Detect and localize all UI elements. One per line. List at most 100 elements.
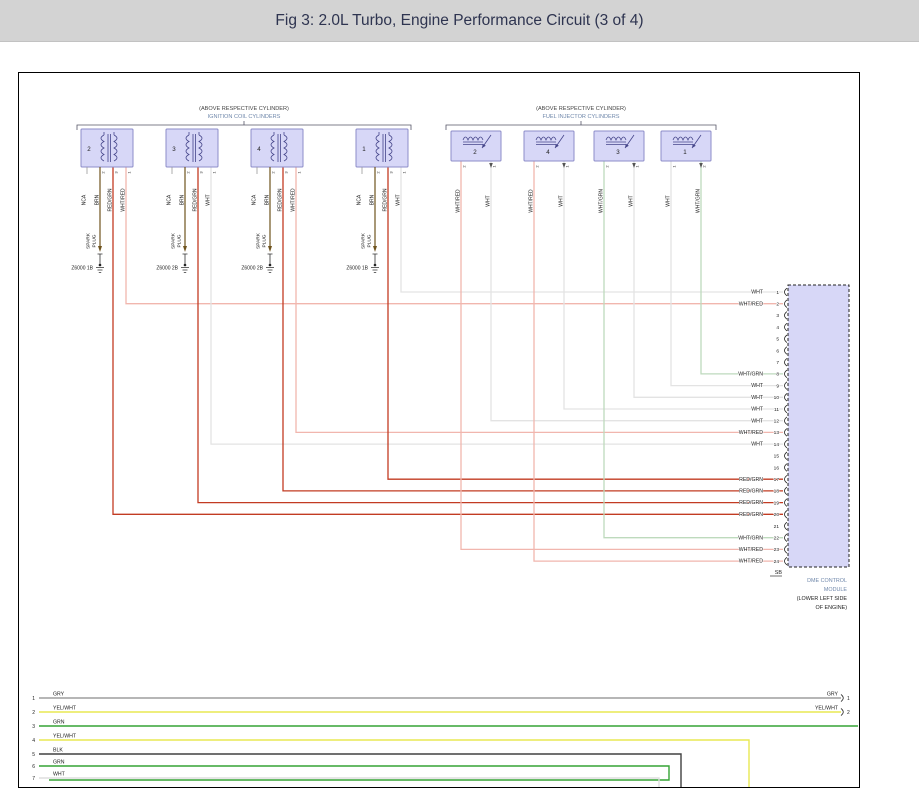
coil-pin-number: 3 bbox=[388, 171, 393, 174]
pin-socket-icon bbox=[785, 499, 788, 507]
coil-wire-label: RED/GRN bbox=[383, 188, 389, 211]
coil-wire-label: WHT/RED bbox=[291, 188, 297, 212]
ground-dot bbox=[184, 264, 187, 267]
spark-plug-label: SPARK bbox=[86, 232, 92, 249]
pin-socket-icon bbox=[785, 394, 788, 402]
module-pin-number: 1 bbox=[776, 290, 779, 296]
pin-socket-icon bbox=[785, 417, 788, 425]
pin-socket-icon bbox=[785, 557, 788, 565]
module-pin-wire-label: WHT/RED bbox=[739, 430, 763, 436]
pin-socket-icon bbox=[785, 440, 788, 448]
diagram-canvas: (ABOVE RESPECTIVE CYLINDER) IGNITION COI… bbox=[18, 72, 860, 788]
bottom-wire-number: 4 bbox=[32, 738, 35, 744]
ignition-coil: 4231NCABRNRED/GRNWHT/REDSPARKPLUGZ6000 2… bbox=[241, 129, 303, 273]
ground-label: Z6000 1B bbox=[71, 266, 93, 272]
title-bar: Fig 3: 2.0L Turbo, Engine Performance Ci… bbox=[0, 0, 919, 42]
bottom-wire-label: BLK bbox=[53, 748, 63, 754]
coil-pin-number: 1 bbox=[211, 171, 216, 174]
pin-socket-icon bbox=[841, 695, 843, 702]
module-pin-number: 6 bbox=[776, 348, 779, 354]
module-caption-2: MODULE bbox=[824, 587, 847, 593]
wire bbox=[126, 167, 783, 304]
wire bbox=[701, 161, 783, 374]
module-pin-number: 8 bbox=[776, 372, 779, 378]
injector-wire-label: WHT bbox=[559, 195, 565, 206]
coil-number: 2 bbox=[87, 146, 91, 153]
module-pin-wire-label: WHT/RED bbox=[739, 547, 763, 553]
spark-plug-label: SPARK bbox=[256, 232, 262, 249]
pin-socket-icon bbox=[785, 405, 788, 413]
injector-group-note: (ABOVE RESPECTIVE CYLINDER) bbox=[536, 106, 626, 112]
module-caption-4: OF ENGINE) bbox=[816, 605, 848, 611]
bottom-wire-right-label: YEL/WHT bbox=[815, 706, 839, 712]
injector-number: 4 bbox=[546, 149, 550, 156]
arrow-down-icon bbox=[183, 246, 187, 252]
coil-wire-label: RED/GRN bbox=[278, 188, 284, 211]
coil-number: 4 bbox=[257, 146, 261, 153]
coil-wire-label: NCA bbox=[357, 194, 363, 205]
bottom-wire-number: 5 bbox=[32, 752, 35, 758]
spark-plug-label: PLUG bbox=[262, 234, 268, 247]
bottom-wire bbox=[39, 754, 681, 787]
injector-wire-label: WHT bbox=[629, 195, 635, 206]
coil-pin-number: 2 bbox=[100, 171, 105, 174]
coil-pin-number: 2 bbox=[375, 171, 380, 174]
arrow-down-icon bbox=[268, 246, 272, 252]
fuel-injector: 321WHT/GRNWHT bbox=[594, 131, 644, 213]
wire bbox=[283, 167, 783, 491]
spark-plug-label: SPARK bbox=[361, 232, 367, 249]
bottom-wire-label: GRN bbox=[53, 720, 65, 726]
module-pin-number: 11 bbox=[774, 407, 779, 413]
coil-wire-label: NCA bbox=[167, 194, 173, 205]
fuel-injector: 221WHT/REDWHT bbox=[451, 131, 501, 213]
module-pin-layer: 1WHT2WHT/RED345678WHT/GRN9WHT10WHT11WHT1… bbox=[738, 288, 787, 565]
spark-plug-label: PLUG bbox=[177, 234, 183, 247]
injector-group-bracket bbox=[446, 121, 716, 130]
module-pin-wire-label: WHT/GRN bbox=[738, 372, 763, 378]
spark-plug-label: SPARK bbox=[171, 232, 177, 249]
wire bbox=[634, 161, 783, 397]
pin-socket-icon bbox=[785, 522, 788, 530]
coil-wire-label: RED/GRN bbox=[193, 188, 199, 211]
wire bbox=[671, 161, 783, 386]
bottom-wire-label: WHT bbox=[53, 772, 66, 778]
wire bbox=[296, 167, 783, 432]
coil-wire-label: WHT bbox=[396, 194, 402, 205]
figure-title: Fig 3: 2.0L Turbo, Engine Performance Ci… bbox=[275, 12, 643, 30]
module-pin-number: 17 bbox=[774, 477, 780, 483]
module-pin-number: 16 bbox=[774, 465, 780, 471]
ignition-group-note: (ABOVE RESPECTIVE CYLINDER) bbox=[199, 106, 289, 112]
injector-wire-label: WHT bbox=[486, 195, 492, 206]
coil-wire-label: WHT bbox=[206, 194, 212, 205]
module-pin-wire-label: WHT bbox=[751, 383, 764, 389]
spark-plug-ground-symbol bbox=[371, 254, 379, 273]
pin-socket-icon bbox=[785, 475, 788, 483]
wire bbox=[491, 161, 783, 421]
module-pin-number: 20 bbox=[774, 512, 780, 518]
coil-pin-number: 1 bbox=[126, 171, 131, 174]
pin-socket-icon bbox=[785, 335, 788, 343]
bottom-wire-layer: 1GRYGRY12YEL/WHTYEL/WHT23GRN4YEL/WHT5BLK… bbox=[32, 692, 858, 788]
module-pin-number: 2 bbox=[776, 302, 779, 308]
pin-socket-icon bbox=[785, 511, 788, 519]
injector-pin-number: 2 bbox=[534, 165, 539, 168]
injector-box bbox=[451, 131, 501, 161]
module-caption-3: (LOWER LEFT SIDE bbox=[797, 596, 848, 602]
bottom-wire-right-number: 2 bbox=[847, 710, 850, 716]
injector-number: 2 bbox=[473, 149, 477, 156]
pin-socket-icon bbox=[785, 323, 788, 331]
pin-socket-icon bbox=[785, 487, 788, 495]
injector-wire-label: WHT/RED bbox=[529, 189, 535, 213]
spark-plug-ground-symbol bbox=[181, 254, 189, 273]
injector-wire-label: WHT/GRN bbox=[599, 189, 605, 213]
module-pin-wire-label: WHT/RED bbox=[739, 559, 763, 565]
injector-number: 3 bbox=[616, 149, 620, 156]
ground-dot bbox=[99, 264, 102, 267]
module-pin-number: 12 bbox=[774, 419, 780, 425]
coil-number: 1 bbox=[362, 146, 366, 153]
module-pin-number: 22 bbox=[774, 536, 780, 542]
bottom-wire-label: YEL/WHT bbox=[53, 734, 77, 740]
module-pin-number: 3 bbox=[776, 313, 779, 319]
module-pin-wire-label: WHT bbox=[751, 407, 764, 413]
module-pin-wire-label: WHT/GRN bbox=[738, 535, 763, 541]
